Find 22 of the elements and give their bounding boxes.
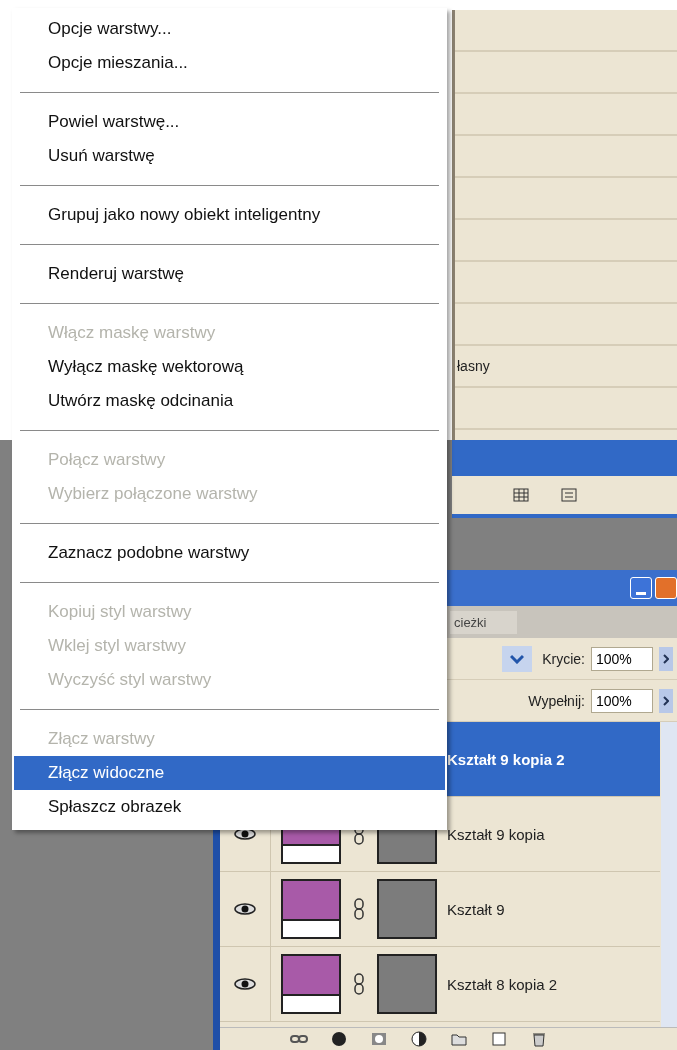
menu-item[interactable]: Renderuj warstwę bbox=[14, 257, 445, 291]
opacity-field[interactable]: 100% bbox=[591, 646, 653, 671]
layer-row[interactable]: Kształt 9 bbox=[220, 872, 660, 947]
menu-item[interactable]: Złącz widoczne bbox=[14, 756, 445, 790]
menu-item[interactable]: Wyłącz maskę wektorową bbox=[14, 350, 445, 384]
opacity-label: Krycie: bbox=[542, 650, 585, 667]
layer-name: Kształt 9 kopia bbox=[447, 825, 545, 843]
fill-field[interactable]: 100% bbox=[591, 688, 653, 713]
menu-item[interactable]: Zaznacz podobne warstwy bbox=[14, 536, 445, 570]
layer-name: Kształt 8 kopia 2 bbox=[447, 975, 558, 993]
layer-name: Kształt 9 bbox=[447, 900, 505, 918]
fill-label: Wypełnij: bbox=[528, 692, 585, 709]
menu-item[interactable]: Powiel warstwę... bbox=[14, 105, 445, 139]
list-item-text: łasny bbox=[456, 358, 490, 374]
menu-item[interactable]: Opcje mieszania... bbox=[14, 46, 445, 80]
menu-item[interactable]: Usuń warstwę bbox=[14, 139, 445, 173]
paths-tab[interactable]: cieżki bbox=[450, 610, 517, 634]
menu-item[interactable]: Grupuj jako nowy obiekt inteligentny bbox=[14, 198, 445, 232]
layer-row[interactable]: Kształt 8 kopia 2 bbox=[220, 947, 660, 1022]
menu-item[interactable]: Opcje warstwy... bbox=[14, 12, 445, 46]
layer-name: Kształt 9 kopia 2 bbox=[447, 750, 565, 768]
menu-item[interactable]: Utwórz maskę odcinania bbox=[14, 384, 445, 418]
